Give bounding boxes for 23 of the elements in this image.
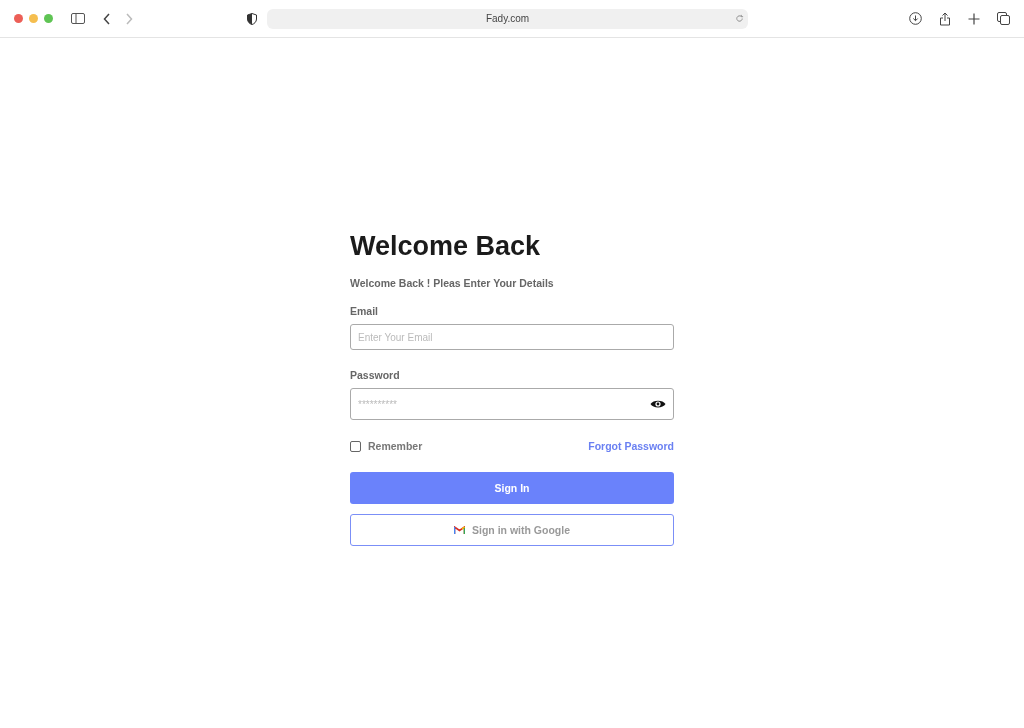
checkbox-label: Remember — [368, 440, 423, 452]
page-title: Welcome Back — [350, 230, 542, 263]
shield-icon[interactable] — [247, 12, 257, 25]
sidebar-icon[interactable] — [71, 13, 85, 24]
subtitle-text: Welcome Back ! Pleas Enter Your Details — [350, 277, 555, 289]
download-icon[interactable] — [909, 12, 922, 25]
share-icon[interactable] — [939, 11, 951, 26]
address-bar[interactable]: Fady.com — [267, 8, 748, 29]
sign-in-button[interactable]: Sign In — [350, 472, 674, 504]
field-label: Email — [350, 305, 378, 317]
password-field[interactable]: ********** — [350, 388, 674, 420]
google-sign-in-button[interactable]: Sign in with Google — [350, 514, 674, 546]
tabs-icon[interactable] — [997, 12, 1010, 25]
eye-icon[interactable] — [650, 399, 666, 409]
remember-checkbox[interactable] — [350, 440, 361, 452]
url-text: Fady.com — [485, 13, 530, 24]
plus-icon[interactable] — [968, 12, 980, 25]
email-field[interactable]: Enter Your Email — [350, 324, 674, 350]
close-icon[interactable] — [14, 14, 23, 23]
forgot-password-link[interactable]: Forgot Password — [588, 440, 674, 452]
back-icon[interactable] — [103, 12, 111, 25]
mail-icon — [454, 526, 465, 534]
field-label: Password — [350, 369, 400, 381]
